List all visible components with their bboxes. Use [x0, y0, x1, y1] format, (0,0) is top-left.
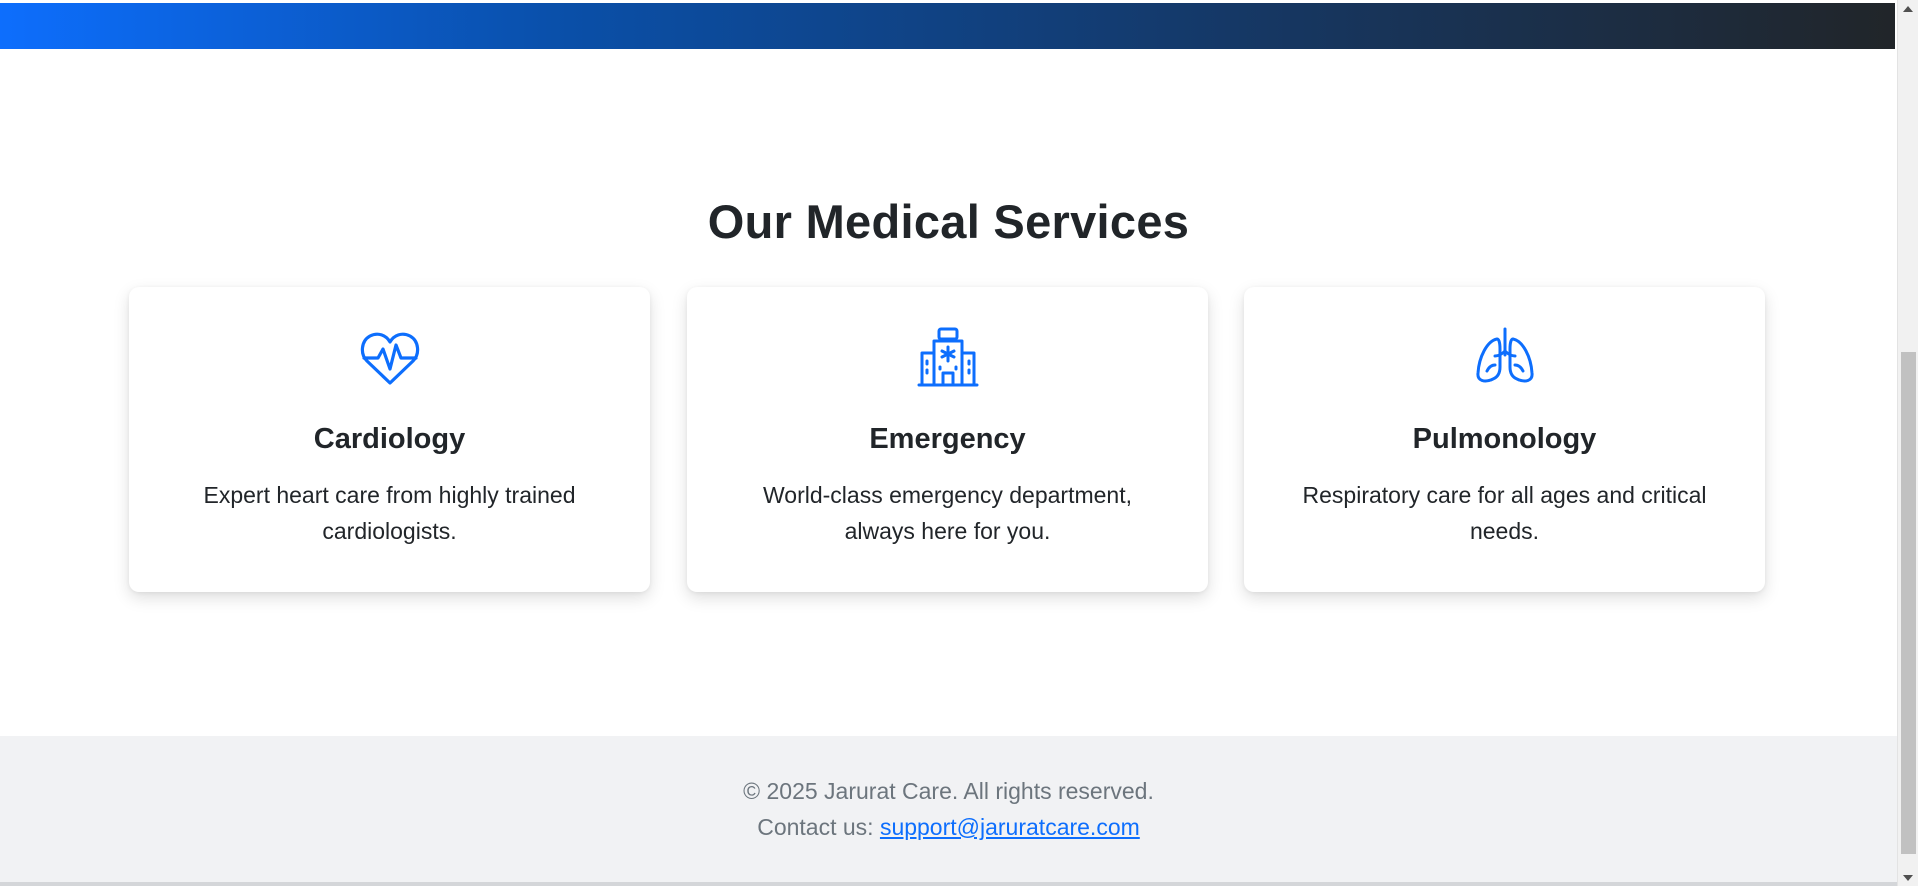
- page-viewport: Our Medical Services Cardiology Expert h…: [0, 0, 1897, 886]
- scroll-down-arrow-icon[interactable]: [1898, 869, 1918, 886]
- service-card-pulmonology: Pulmonology Respiratory care for all age…: [1244, 287, 1765, 592]
- hero-banner-bottom: [0, 3, 1895, 49]
- lungs-icon: [1473, 325, 1537, 389]
- footer-copyright: © 2025 Jarurat Care. All rights reserved…: [743, 778, 1154, 804]
- vertical-scrollbar[interactable]: [1897, 0, 1918, 886]
- contact-email-link[interactable]: support@jaruratcare.com: [880, 814, 1140, 840]
- service-card-title: Emergency: [869, 423, 1026, 455]
- service-card-title: Pulmonology: [1412, 423, 1597, 455]
- hospital-icon: [916, 325, 980, 389]
- scrollbar-thumb[interactable]: [1901, 352, 1916, 854]
- services-title: Our Medical Services: [707, 195, 1190, 248]
- service-card-title: Cardiology: [313, 423, 466, 455]
- service-card-cardiology: Cardiology Expert heart care from highly…: [129, 287, 650, 592]
- site-footer: © 2025 Jarurat Care. All rights reserved…: [0, 736, 1897, 882]
- window-bottom-edge: [0, 882, 1897, 886]
- service-card-description: Respiratory care for all ages and critic…: [1302, 482, 1707, 544]
- service-card-emergency: Emergency World-class emergency departme…: [687, 287, 1208, 592]
- footer-contact: Contact us: support@jaruratcare.com: [0, 814, 1897, 841]
- heart-pulse-icon: [358, 325, 422, 389]
- scroll-up-arrow-icon[interactable]: [1898, 0, 1918, 17]
- services-section: Our Medical Services Cardiology Expert h…: [0, 49, 1897, 736]
- footer-contact-label: Contact us:: [757, 814, 880, 840]
- service-card-description: Expert heart care from highly trained ca…: [203, 482, 576, 544]
- service-card-description: World-class emergency department, always…: [763, 482, 1132, 544]
